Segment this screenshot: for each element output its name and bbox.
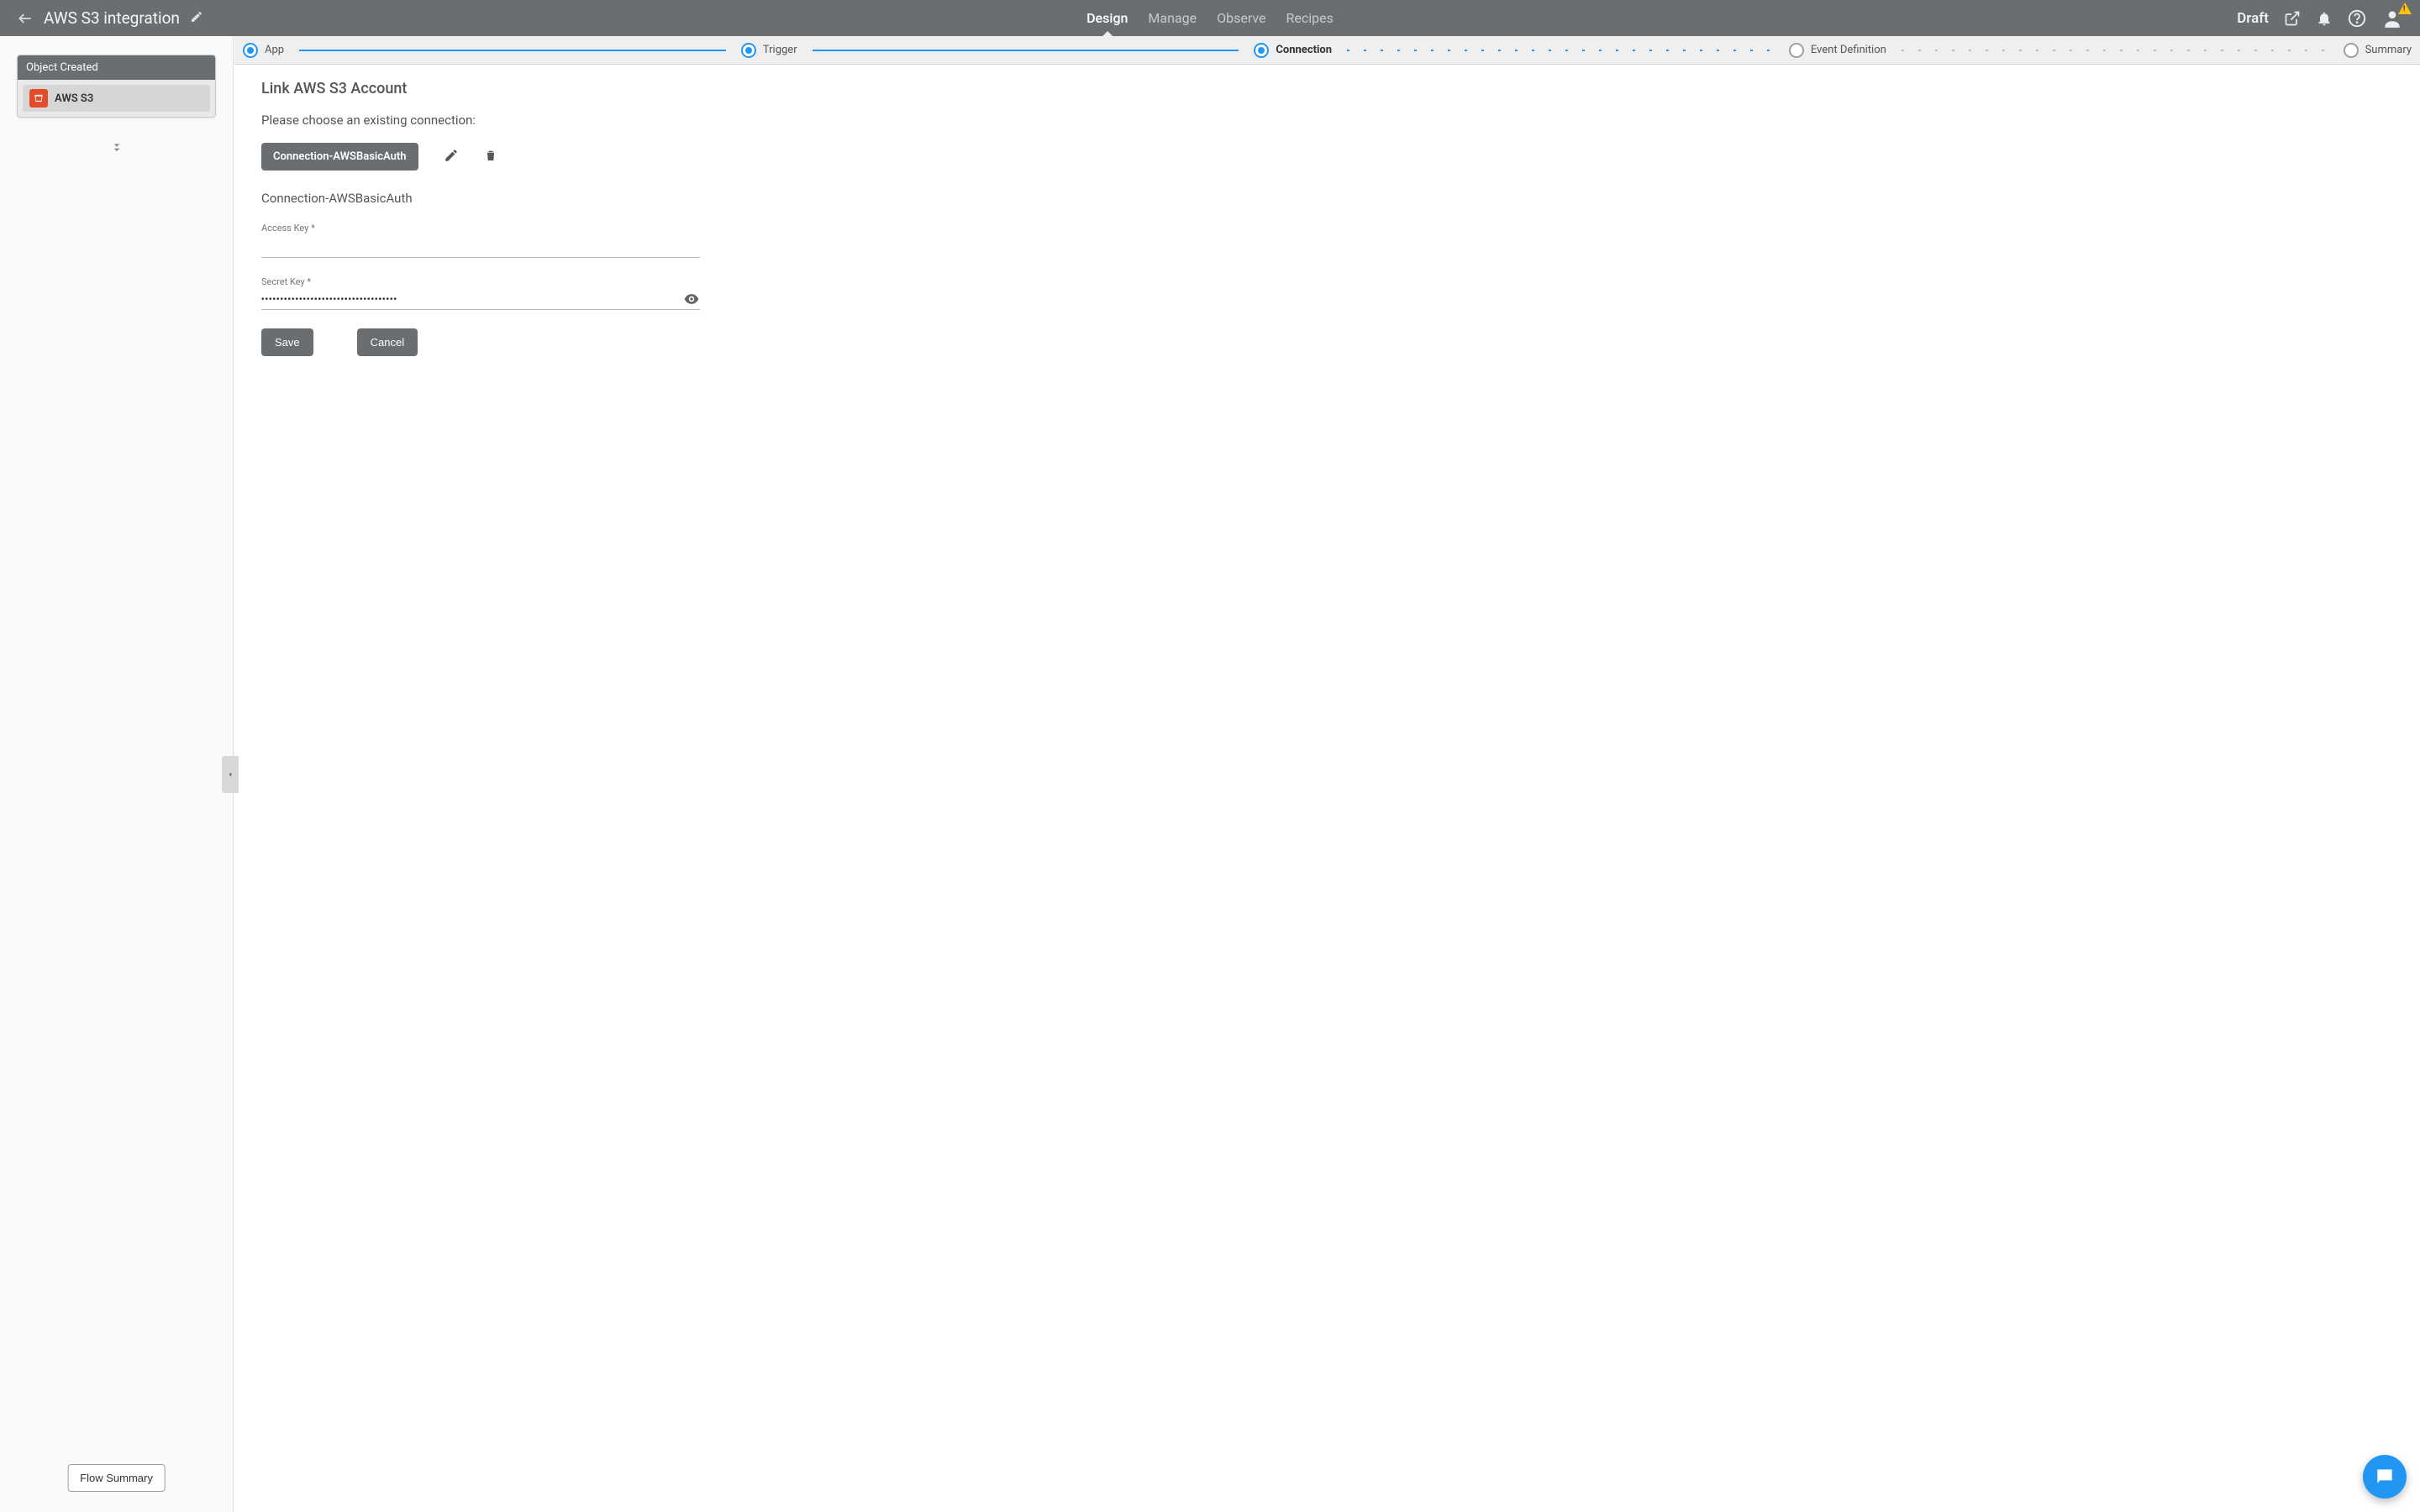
step-connector xyxy=(299,50,726,51)
collapse-sidebar-handle[interactable] xyxy=(222,756,239,793)
back-arrow-icon[interactable] xyxy=(17,10,34,27)
step-label: Summary xyxy=(2365,44,2412,56)
edit-title-icon[interactable] xyxy=(190,10,203,27)
step-radio-icon xyxy=(1254,43,1269,58)
content-heading: Link AWS S3 Account xyxy=(261,80,2393,97)
step-label: Connection xyxy=(1276,44,1332,56)
step-trigger[interactable]: Trigger xyxy=(741,43,797,58)
app-header: AWS S3 integration Design Manage Observe… xyxy=(0,0,2420,36)
help-icon[interactable] xyxy=(2348,9,2366,28)
step-label: Trigger xyxy=(763,44,797,56)
sidebar: Object Created AWS S3 Flow Summary xyxy=(0,36,234,1512)
step-connection[interactable]: Connection xyxy=(1254,43,1332,58)
tab-observe[interactable]: Observe xyxy=(1217,0,1265,36)
app-item-aws-s3[interactable]: AWS S3 xyxy=(23,85,210,112)
access-key-label: Access Key * xyxy=(261,223,700,234)
user-avatar-icon[interactable] xyxy=(2381,8,2403,29)
status-badge: Draft xyxy=(2237,10,2269,27)
tab-label: Design xyxy=(1086,10,1128,26)
secret-key-input[interactable] xyxy=(261,291,700,309)
connection-chip[interactable]: Connection-AWSBasicAuth xyxy=(261,143,418,171)
page-title: AWS S3 integration xyxy=(44,8,180,28)
step-radio-icon xyxy=(741,43,756,58)
trigger-card: Object Created AWS S3 xyxy=(17,55,216,118)
step-radio-icon xyxy=(1789,43,1804,58)
secret-key-field: Secret Key * xyxy=(261,276,700,310)
tab-label: Observe xyxy=(1217,10,1265,26)
warning-icon xyxy=(2398,3,2412,14)
bell-icon[interactable] xyxy=(2316,10,2333,27)
step-event-definition[interactable]: Event Definition xyxy=(1789,43,1886,58)
tab-manage[interactable]: Manage xyxy=(1148,0,1197,36)
app-item-label: AWS S3 xyxy=(55,92,93,105)
tab-label: Recipes xyxy=(1286,10,1334,26)
secret-key-label: Secret Key * xyxy=(261,276,700,287)
step-connector xyxy=(1902,50,2328,51)
flow-summary-button[interactable]: Flow Summary xyxy=(67,1464,166,1492)
access-key-field: Access Key * xyxy=(261,223,700,258)
chat-widget-button[interactable] xyxy=(2363,1455,2407,1499)
access-key-input[interactable] xyxy=(261,235,700,257)
save-button[interactable]: Save xyxy=(261,328,313,356)
tab-design[interactable]: Design xyxy=(1086,0,1128,36)
header-tabs: Design Manage Observe Recipes xyxy=(1086,0,1334,36)
step-connector xyxy=(1347,50,1774,51)
stepper: App Trigger Connection Event Definition … xyxy=(234,36,2420,65)
tab-recipes[interactable]: Recipes xyxy=(1286,0,1334,36)
step-label: App xyxy=(265,44,284,56)
open-external-icon[interactable] xyxy=(2284,10,2301,27)
step-radio-icon xyxy=(2344,43,2359,58)
toggle-visibility-icon[interactable] xyxy=(683,291,700,311)
edit-connection-icon[interactable] xyxy=(444,148,459,166)
expand-toggle-icon[interactable] xyxy=(17,141,216,155)
aws-s3-icon xyxy=(29,89,48,108)
delete-connection-icon[interactable] xyxy=(484,148,497,166)
step-summary[interactable]: Summary xyxy=(2344,43,2412,58)
step-connector xyxy=(813,50,1239,51)
cancel-button[interactable]: Cancel xyxy=(357,328,418,356)
step-label: Event Definition xyxy=(1811,44,1886,56)
step-app[interactable]: App xyxy=(243,43,284,58)
connection-name: Connection-AWSBasicAuth xyxy=(261,191,2393,206)
step-radio-icon xyxy=(243,43,258,58)
tab-label: Manage xyxy=(1148,10,1197,26)
content-panel: Link AWS S3 Account Please choose an exi… xyxy=(234,65,2420,1512)
prompt-text: Please choose an existing connection: xyxy=(261,113,2393,128)
card-title: Object Created xyxy=(18,55,215,80)
